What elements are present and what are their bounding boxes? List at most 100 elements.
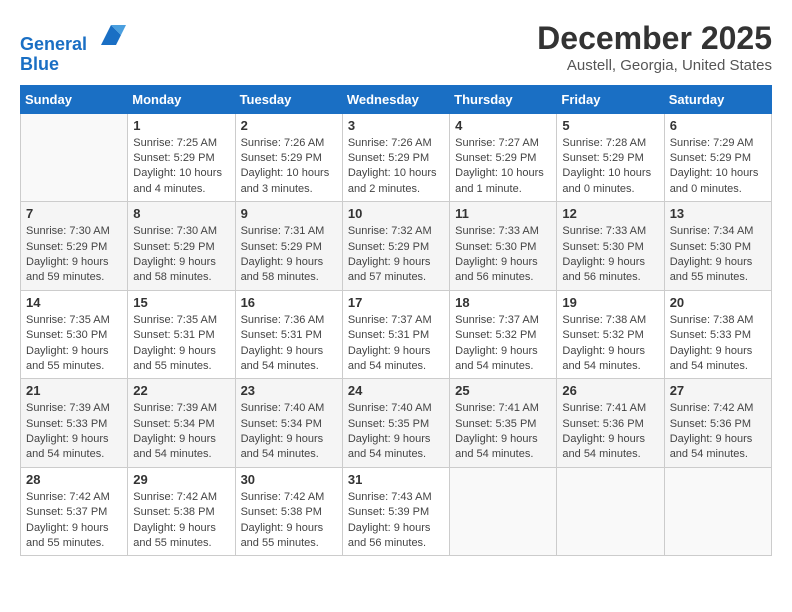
calendar-cell: 27 Sunrise: 7:42 AM Sunset: 5:36 PM Dayli… (664, 379, 771, 468)
day-number: 5 (562, 118, 658, 133)
day-info: Sunrise: 7:37 AM Sunset: 5:31 PM Dayligh… (348, 313, 444, 375)
logo-text: General Blue (20, 20, 126, 75)
calendar-cell: 26 Sunrise: 7:41 AM Sunset: 5:36 PM Dayli… (557, 379, 664, 468)
day-info: Sunrise: 7:39 AM Sunset: 5:33 PM Dayligh… (26, 401, 122, 463)
day-info: Sunrise: 7:29 AM Sunset: 5:29 PM Dayligh… (670, 136, 766, 198)
day-number: 10 (348, 206, 444, 221)
day-number: 15 (133, 295, 229, 310)
day-info: Sunrise: 7:42 AM Sunset: 5:38 PM Dayligh… (241, 490, 337, 552)
day-number: 28 (26, 472, 122, 487)
logo-icon (96, 20, 126, 50)
calendar-cell: 17Sunrise: 7:37 AM Sunset: 5:31 PM Dayli… (342, 290, 449, 379)
month-title: December 2025 (537, 20, 772, 57)
day-number: 24 (348, 383, 444, 398)
weekday-header: Wednesday (342, 85, 449, 113)
weekday-header: Monday (128, 85, 235, 113)
logo-blue: Blue (20, 54, 59, 74)
day-info: Sunrise: 7:33 AM Sunset: 5:30 PM Dayligh… (562, 224, 658, 286)
day-number: 2 (241, 118, 337, 133)
calendar-cell: 21 Sunrise: 7:39 AM Sunset: 5:33 PM Dayli… (21, 379, 128, 468)
day-number: 9 (241, 206, 337, 221)
calendar-cell: 14 Sunrise: 7:35 AM Sunset: 5:30 PM Dayli… (21, 290, 128, 379)
weekday-header: Thursday (450, 85, 557, 113)
day-number: 25 (455, 383, 551, 398)
calendar-cell: 8 Sunrise: 7:30 AM Sunset: 5:29 PM Daylig… (128, 202, 235, 291)
day-number: 21 (26, 383, 122, 398)
day-info: Sunrise: 7:30 AM Sunset: 5:29 PM Dayligh… (26, 224, 122, 286)
day-number: 30 (241, 472, 337, 487)
day-info: Sunrise: 7:38 AM Sunset: 5:32 PM Dayligh… (562, 313, 658, 375)
day-number: 14 (26, 295, 122, 310)
calendar-cell: 20 Sunrise: 7:38 AM Sunset: 5:33 PM Dayli… (664, 290, 771, 379)
day-info: Sunrise: 7:41 AM Sunset: 5:36 PM Dayligh… (562, 401, 658, 463)
day-number: 4 (455, 118, 551, 133)
day-info: Sunrise: 7:36 AM Sunset: 5:31 PM Dayligh… (241, 313, 337, 375)
day-number: 19 (562, 295, 658, 310)
day-info: Sunrise: 7:35 AM Sunset: 5:31 PM Dayligh… (133, 313, 229, 375)
day-info: Sunrise: 7:34 AM Sunset: 5:30 PM Dayligh… (670, 224, 766, 286)
day-number: 20 (670, 295, 766, 310)
calendar-cell: 12 Sunrise: 7:33 AM Sunset: 5:30 PM Dayli… (557, 202, 664, 291)
weekday-header: Saturday (664, 85, 771, 113)
day-number: 6 (670, 118, 766, 133)
day-number: 18 (455, 295, 551, 310)
calendar-cell (557, 467, 664, 556)
day-number: 31 (348, 472, 444, 487)
calendar-cell: 31 Sunrise: 7:43 AM Sunset: 5:39 PM Dayli… (342, 467, 449, 556)
day-info: Sunrise: 7:42 AM Sunset: 5:36 PM Dayligh… (670, 401, 766, 463)
day-info: Sunrise: 7:27 AM Sunset: 5:29 PM Dayligh… (455, 136, 551, 198)
logo-general: General (20, 34, 87, 54)
calendar-cell: 2 Sunrise: 7:26 AM Sunset: 5:29 PM Daylig… (235, 113, 342, 202)
calendar-cell: 9 Sunrise: 7:31 AM Sunset: 5:29 PM Daylig… (235, 202, 342, 291)
day-info: Sunrise: 7:41 AM Sunset: 5:35 PM Dayligh… (455, 401, 551, 463)
day-info: Sunrise: 7:43 AM Sunset: 5:39 PM Dayligh… (348, 490, 444, 552)
calendar-cell: 1 Sunrise: 7:25 AM Sunset: 5:29 PM Daylig… (128, 113, 235, 202)
calendar-cell: 4 Sunrise: 7:27 AM Sunset: 5:29 PM Daylig… (450, 113, 557, 202)
day-number: 29 (133, 472, 229, 487)
day-info: Sunrise: 7:33 AM Sunset: 5:30 PM Dayligh… (455, 224, 551, 286)
weekday-header: Friday (557, 85, 664, 113)
calendar-cell (664, 467, 771, 556)
calendar-cell: 28 Sunrise: 7:42 AM Sunset: 5:37 PM Dayli… (21, 467, 128, 556)
day-number: 23 (241, 383, 337, 398)
day-info: Sunrise: 7:28 AM Sunset: 5:29 PM Dayligh… (562, 136, 658, 198)
day-number: 26 (562, 383, 658, 398)
day-number: 8 (133, 206, 229, 221)
day-info: Sunrise: 7:38 AM Sunset: 5:33 PM Dayligh… (670, 313, 766, 375)
calendar-cell: 6 Sunrise: 7:29 AM Sunset: 5:29 PM Daylig… (664, 113, 771, 202)
calendar-table: SundayMondayTuesdayWednesdayThursdayFrid… (20, 85, 772, 557)
calendar-cell: 19 Sunrise: 7:38 AM Sunset: 5:32 PM Dayli… (557, 290, 664, 379)
calendar-cell: 24 Sunrise: 7:40 AM Sunset: 5:35 PM Dayli… (342, 379, 449, 468)
day-info: Sunrise: 7:25 AM Sunset: 5:29 PM Dayligh… (133, 136, 229, 198)
calendar-cell: 22Sunrise: 7:39 AM Sunset: 5:34 PM Dayli… (128, 379, 235, 468)
page-header: General Blue December 2025 Austell, Geor… (20, 20, 772, 75)
calendar-cell: 3Sunrise: 7:26 AM Sunset: 5:29 PM Daylig… (342, 113, 449, 202)
calendar-cell: 16Sunrise: 7:36 AM Sunset: 5:31 PM Dayli… (235, 290, 342, 379)
day-info: Sunrise: 7:31 AM Sunset: 5:29 PM Dayligh… (241, 224, 337, 286)
day-info: Sunrise: 7:42 AM Sunset: 5:37 PM Dayligh… (26, 490, 122, 552)
calendar-cell: 10Sunrise: 7:32 AM Sunset: 5:29 PM Dayli… (342, 202, 449, 291)
calendar-cell: 13Sunrise: 7:34 AM Sunset: 5:30 PM Dayli… (664, 202, 771, 291)
calendar-cell: 7 Sunrise: 7:30 AM Sunset: 5:29 PM Daylig… (21, 202, 128, 291)
calendar-cell: 18 Sunrise: 7:37 AM Sunset: 5:32 PM Dayli… (450, 290, 557, 379)
day-info: Sunrise: 7:40 AM Sunset: 5:34 PM Dayligh… (241, 401, 337, 463)
day-number: 7 (26, 206, 122, 221)
logo: General Blue (20, 20, 126, 75)
day-info: Sunrise: 7:35 AM Sunset: 5:30 PM Dayligh… (26, 313, 122, 375)
day-number: 12 (562, 206, 658, 221)
day-number: 1 (133, 118, 229, 133)
day-info: Sunrise: 7:39 AM Sunset: 5:34 PM Dayligh… (133, 401, 229, 463)
calendar-cell: 15 Sunrise: 7:35 AM Sunset: 5:31 PM Dayli… (128, 290, 235, 379)
day-info: Sunrise: 7:37 AM Sunset: 5:32 PM Dayligh… (455, 313, 551, 375)
day-number: 27 (670, 383, 766, 398)
calendar-cell: 5 Sunrise: 7:28 AM Sunset: 5:29 PM Daylig… (557, 113, 664, 202)
calendar-cell (21, 113, 128, 202)
calendar-cell (450, 467, 557, 556)
day-info: Sunrise: 7:26 AM Sunset: 5:29 PM Dayligh… (241, 136, 337, 198)
day-info: Sunrise: 7:40 AM Sunset: 5:35 PM Dayligh… (348, 401, 444, 463)
calendar-cell: 29Sunrise: 7:42 AM Sunset: 5:38 PM Dayli… (128, 467, 235, 556)
calendar-cell: 11Sunrise: 7:33 AM Sunset: 5:30 PM Dayli… (450, 202, 557, 291)
day-number: 3 (348, 118, 444, 133)
location: Austell, Georgia, United States (537, 57, 772, 74)
day-info: Sunrise: 7:30 AM Sunset: 5:29 PM Dayligh… (133, 224, 229, 286)
